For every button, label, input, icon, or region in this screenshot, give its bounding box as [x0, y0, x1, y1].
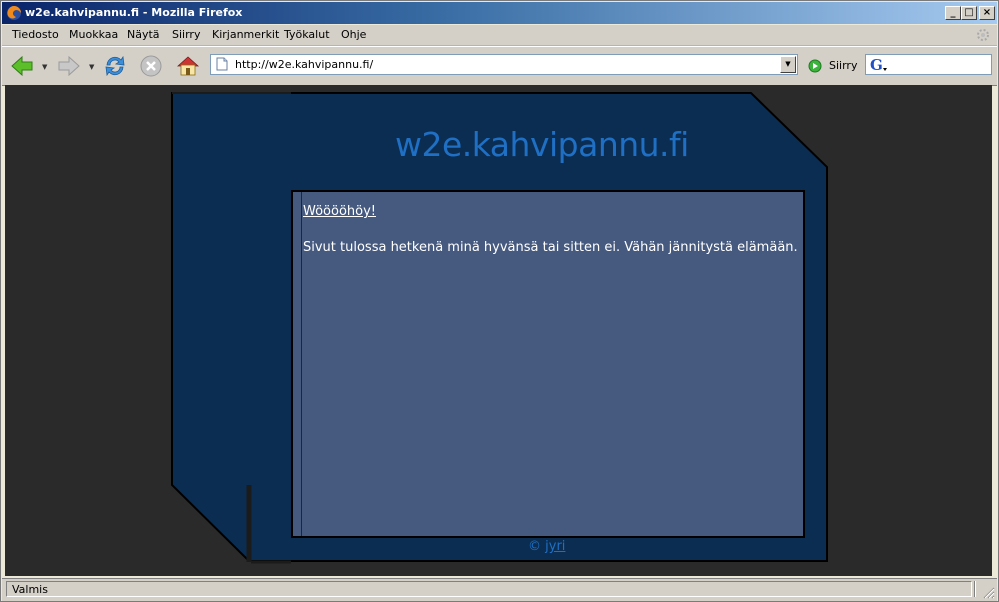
- status-bar: Valmis: [2, 578, 997, 601]
- menu-view[interactable]: Näytä: [127, 28, 160, 41]
- site-title: w2e.kahvipannu.fi: [395, 125, 689, 164]
- status-separator: [974, 581, 976, 597]
- menu-help[interactable]: Ohje: [341, 28, 366, 41]
- url-input[interactable]: [235, 57, 775, 72]
- status-panel: Valmis: [6, 581, 972, 597]
- window-title: w2e.kahvipannu.fi - Mozilla Firefox: [25, 6, 243, 19]
- go-arrow-icon: [808, 59, 822, 73]
- search-input[interactable]: [892, 57, 987, 72]
- page-content: w2e.kahvipannu.fi Wööööhöy! Sivut tuloss…: [5, 85, 992, 576]
- firefox-logo-icon: [7, 6, 22, 20]
- throbber-icon: [977, 29, 989, 41]
- maximize-button[interactable]: □: [961, 6, 977, 20]
- minimize-button[interactable]: _: [945, 6, 961, 20]
- menu-edit[interactable]: Muokkaa: [69, 28, 118, 41]
- go-label: Siirry: [829, 59, 858, 72]
- back-dropdown-icon[interactable]: ▼: [42, 63, 47, 71]
- browser-window: w2e.kahvipannu.fi - Mozilla Firefox _ □ …: [0, 0, 999, 602]
- navigation-toolbar: ▼ ▼ ▼: [2, 46, 997, 86]
- url-bar[interactable]: ▼: [210, 54, 798, 75]
- forward-dropdown-icon[interactable]: ▼: [89, 63, 94, 71]
- google-search-engine-icon[interactable]: G: [869, 56, 889, 73]
- author-link[interactable]: jyri: [545, 539, 565, 554]
- title-bar: w2e.kahvipannu.fi - Mozilla Firefox _ □ …: [2, 2, 997, 24]
- search-box[interactable]: G: [865, 54, 992, 75]
- menu-bar: Tiedosto Muokkaa Näytä Siirry Kirjanmerk…: [2, 25, 997, 46]
- status-text: Valmis: [12, 583, 48, 596]
- greeting-heading: Wööööhöy!: [303, 204, 377, 219]
- menu-go[interactable]: Siirry: [172, 28, 200, 41]
- menu-tools[interactable]: Työkalut: [284, 28, 330, 41]
- content-panel: Wööööhöy! Sivut tulossa hetkenä minä hyv…: [291, 190, 805, 538]
- close-button[interactable]: ×: [979, 6, 995, 20]
- body-text: Sivut tulossa hetkenä minä hyvänsä tai s…: [303, 240, 798, 255]
- stop-icon[interactable]: [138, 53, 164, 79]
- menu-bookmarks[interactable]: Kirjanmerkit: [212, 28, 279, 41]
- footer: © jyri: [528, 539, 565, 554]
- menu-file[interactable]: Tiedosto: [12, 28, 59, 41]
- copyright-symbol: ©: [528, 539, 541, 554]
- svg-text:G: G: [870, 56, 883, 73]
- panel-divider: [301, 192, 302, 536]
- resize-grip-icon[interactable]: [981, 585, 995, 599]
- url-dropdown-icon[interactable]: ▼: [780, 56, 796, 73]
- forward-arrow-icon[interactable]: [56, 53, 82, 79]
- page-icon: [216, 57, 228, 71]
- home-icon[interactable]: [175, 53, 201, 79]
- back-arrow-icon[interactable]: [9, 53, 35, 79]
- reload-icon[interactable]: [102, 53, 128, 79]
